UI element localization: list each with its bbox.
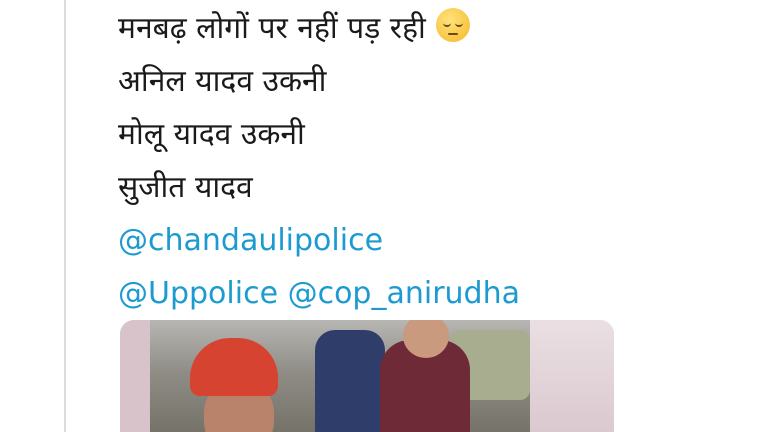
mention-line-1: @chandaulipolice bbox=[118, 214, 738, 267]
tweet-line-1-text: मनबढ़ लोगों पर नहीं पड़ रही bbox=[118, 11, 426, 46]
mention-cop-anirudha[interactable]: @cop_anirudha bbox=[288, 276, 520, 311]
tweet-line-4: सुजीत यादव bbox=[118, 170, 253, 205]
mention-uppolice[interactable]: @Uppolice bbox=[118, 276, 278, 311]
pensive-face-emoji-icon bbox=[435, 8, 470, 42]
tweet-body: मनबढ़ लोगों पर नहीं पड़ रही अनिल यादव उक… bbox=[118, 2, 738, 320]
media-frame bbox=[150, 320, 530, 432]
thread-divider bbox=[64, 0, 66, 432]
tweet-media-video[interactable] bbox=[120, 320, 614, 432]
tweet-line-2: अनिल यादव उकनी bbox=[118, 64, 327, 99]
tweet-line-1: मनबढ़ लोगों पर नहीं पड़ रही bbox=[118, 2, 738, 55]
mention-chandaulipolice[interactable]: @chandaulipolice bbox=[118, 223, 383, 258]
tweet-screenshot: मनबढ़ लोगों पर नहीं पड़ रही अनिल यादव उक… bbox=[0, 0, 768, 432]
media-letterbox-right bbox=[530, 320, 614, 432]
media-letterbox-left bbox=[120, 320, 150, 432]
mention-line-2: @Uppolice @cop_anirudha bbox=[118, 267, 738, 320]
tweet-line-3: मोलू यादव उकनी bbox=[118, 117, 305, 152]
